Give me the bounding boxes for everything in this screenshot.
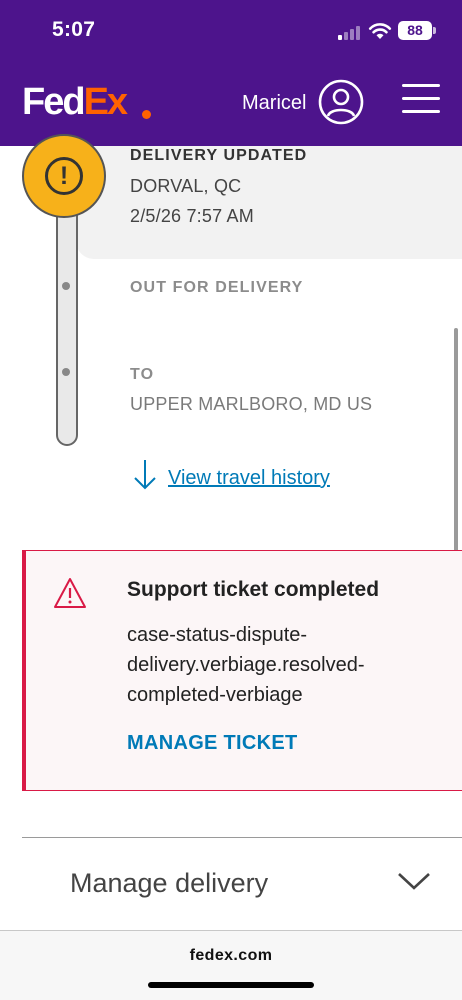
status-location: DORVAL, QC: [130, 176, 242, 196]
arrow-down-icon: [134, 460, 156, 490]
wifi-icon: [368, 23, 392, 39]
logo-fed: Fed: [22, 81, 86, 123]
exclamation-mark: !: [45, 157, 83, 195]
status-timestamp: 2/5/26 7:57 AM: [130, 206, 254, 226]
manage-ticket-button[interactable]: MANAGE TICKET: [127, 732, 298, 755]
timeline-track: [56, 184, 78, 446]
fedex-logo[interactable]: FedEx: [22, 81, 129, 123]
logo-registered-mark: [142, 110, 151, 119]
alert-body: case-status-dispute- delivery.verbiage.r…: [127, 620, 447, 710]
manage-delivery-label: Manage delivery: [70, 868, 269, 898]
status-bar: 5:07 88: [0, 0, 462, 62]
alert-body-line: completed-verbiage: [127, 684, 303, 706]
hamburger-menu-icon[interactable]: [402, 82, 440, 116]
alert-body-line: case-status-dispute-: [127, 624, 308, 646]
scrollbar[interactable]: [454, 328, 458, 558]
battery-level: 88: [398, 21, 432, 40]
browser-address-bar[interactable]: fedex.com: [0, 930, 462, 1000]
home-indicator[interactable]: [148, 982, 314, 988]
browser-url[interactable]: fedex.com: [0, 947, 462, 965]
battery-cap: [433, 27, 436, 34]
manage-delivery-accordion[interactable]: Manage delivery: [22, 838, 462, 930]
username[interactable]: Maricel: [242, 92, 306, 115]
step-out-for-delivery: OUT FOR DELIVERY: [130, 279, 304, 296]
cellular-signal-icon: [338, 24, 362, 40]
step-to-destination: UPPER MARLBORO, MD US: [130, 394, 373, 414]
timeline-dot: [62, 282, 70, 290]
user-circle-icon[interactable]: [318, 79, 364, 125]
app-header: 5:07 88 FedEx Maricel: [0, 0, 462, 146]
alert-title: Support ticket completed: [127, 578, 380, 601]
view-travel-history-link[interactable]: View travel history: [168, 467, 330, 490]
step-to-label: TO: [130, 366, 155, 383]
warning-triangle-icon: [54, 578, 86, 608]
status-time: 5:07: [52, 18, 96, 41]
alert-body-line: delivery.verbiage.resolved-: [127, 654, 365, 676]
chevron-down-icon: [398, 873, 430, 890]
exclamation-circle-icon: !: [22, 134, 106, 218]
logo-ex: Ex: [83, 81, 129, 123]
timeline-dot: [62, 368, 70, 376]
status-label: DELIVERY UPDATED: [130, 147, 308, 164]
